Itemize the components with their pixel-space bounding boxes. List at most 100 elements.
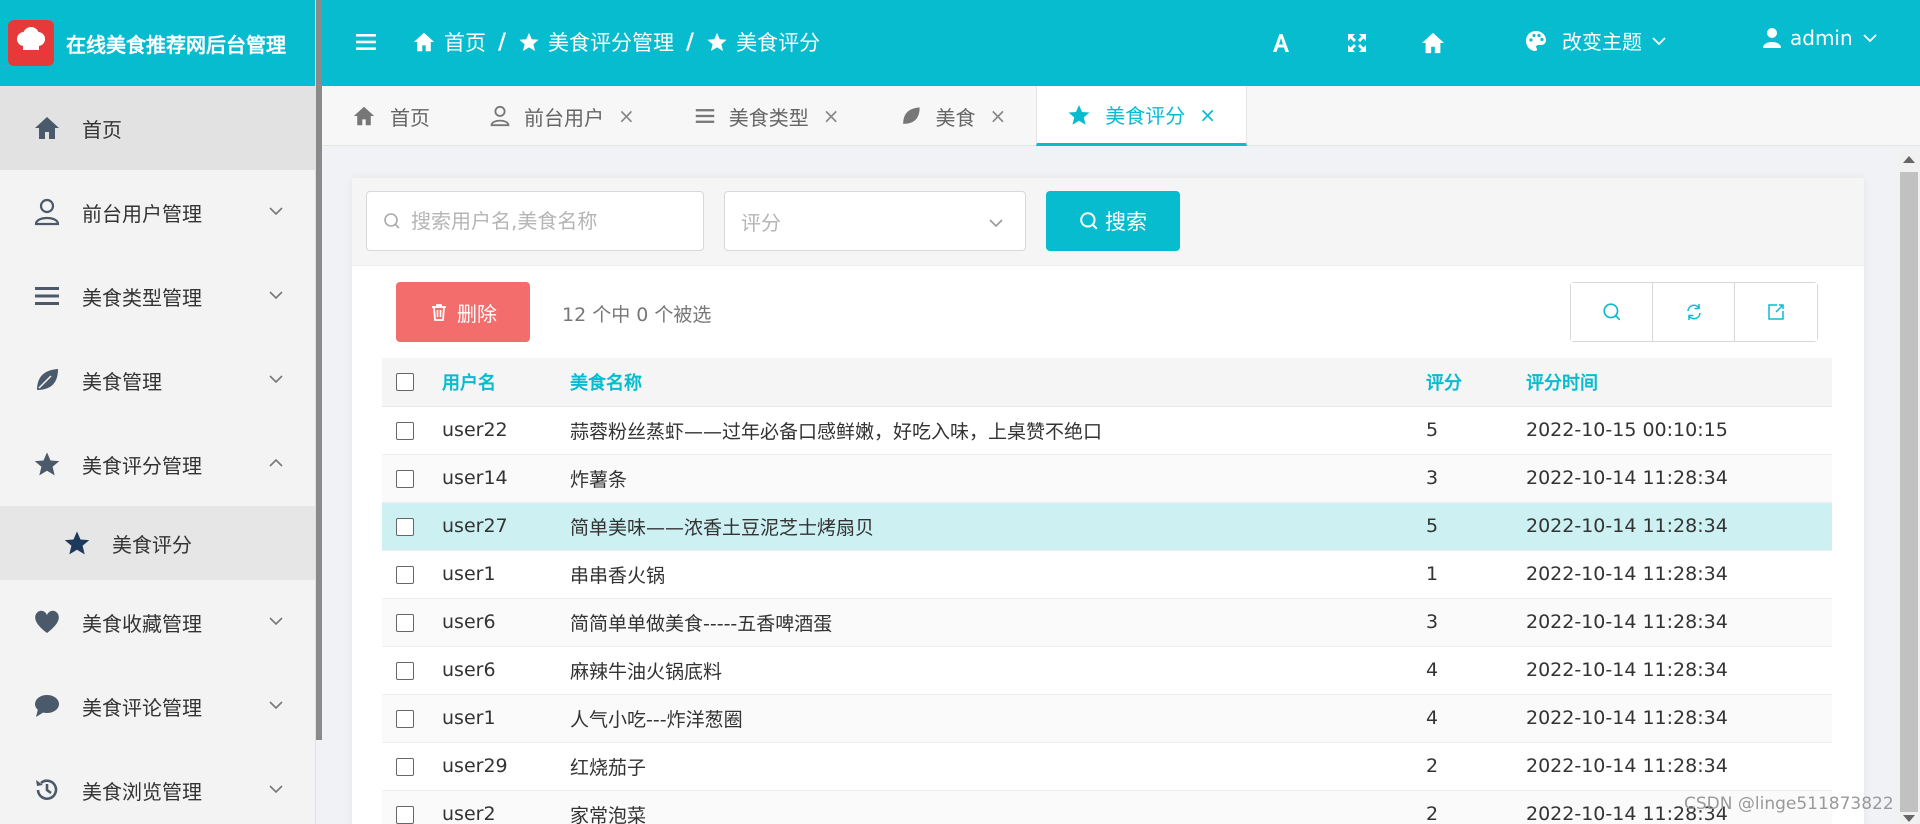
table-row[interactable]: user14 炸薯条 3 2022-10-14 11:28:34 [382, 454, 1832, 503]
table-row[interactable]: user6 简简单单做美食-----五香啤酒蛋 3 2022-10-14 11:… [382, 598, 1832, 647]
chevron-down-icon [269, 207, 283, 216]
sidebar-item-label: 美食类型管理 [82, 285, 202, 310]
star-icon [519, 32, 539, 51]
delete-button[interactable]: 删除 [396, 282, 530, 342]
cell-food-name: 家常泡菜 [570, 790, 1426, 824]
theme-switcher[interactable]: 改变主题 [1524, 26, 1682, 55]
scrollbar-thumb[interactable] [1900, 172, 1918, 812]
sidebar-item-history[interactable]: 美食浏览管理 [0, 748, 315, 824]
cell-score: 1 [1426, 550, 1526, 599]
row-checkbox[interactable] [396, 757, 414, 776]
sidebar-item-comments[interactable]: 美食评论管理 [0, 664, 315, 748]
star-icon [32, 449, 62, 479]
home-icon [413, 32, 435, 52]
cell-username: user1 [442, 550, 570, 599]
select-all-checkbox[interactable] [396, 373, 414, 392]
breadcrumb-rating-mgmt[interactable]: 美食评分管理 [518, 27, 674, 57]
refresh-button[interactable] [1653, 283, 1735, 341]
sidebar-item-ratings[interactable]: 美食评分管理 [0, 422, 315, 506]
cell-food-name: 人气小吃---炸洋葱圈 [570, 694, 1426, 743]
tab-food-types[interactable]: 美食类型 × [665, 86, 870, 146]
list-icon [695, 107, 715, 125]
cell-username: user6 [442, 646, 570, 695]
history-icon [32, 775, 62, 805]
row-checkbox[interactable] [396, 709, 414, 728]
row-checkbox[interactable] [396, 421, 414, 440]
table-toolbar: 删除 12 个中 0 个被选 [352, 266, 1864, 358]
sidebar-item-label: 美食收藏管理 [82, 611, 202, 636]
sidebar-item-label: 美食评分管理 [82, 453, 202, 478]
search-button[interactable]: 搜索 [1046, 191, 1180, 251]
rating-select[interactable]: 评分 [724, 191, 1026, 251]
tab-users[interactable]: 前台用户 × [460, 86, 665, 146]
row-checkbox[interactable] [396, 517, 414, 536]
app-logo-area[interactable]: 在线美食推荐网后台管理 [0, 0, 315, 86]
column-header-username[interactable]: 用户名 [442, 358, 570, 407]
close-icon[interactable]: × [823, 104, 840, 128]
menu-toggle-icon[interactable] [354, 30, 378, 54]
tab-home[interactable]: 首页 [322, 86, 460, 146]
user-icon [32, 197, 62, 227]
cell-time: 2022-10-15 00:10:15 [1526, 406, 1832, 455]
cell-username: user2 [442, 790, 570, 824]
table-row[interactable]: user2 家常泡菜 2 2022-10-14 11:28:34 [382, 790, 1832, 824]
leaf-icon [900, 105, 922, 127]
table-row[interactable]: user27 简单美味——浓香土豆泥芝士烤扇贝 5 2022-10-14 11:… [382, 502, 1832, 551]
row-checkbox[interactable] [396, 661, 414, 680]
refresh-icon [1686, 304, 1701, 320]
column-header-time[interactable]: 评分时间 [1526, 358, 1832, 407]
chevron-down-icon [269, 701, 283, 710]
close-icon[interactable]: × [618, 104, 635, 128]
search-icon [384, 213, 400, 229]
sidebar-subitem-ratings[interactable]: 美食评分 [0, 506, 315, 580]
row-checkbox[interactable] [396, 613, 414, 632]
trash-icon [432, 304, 446, 321]
sidebar-item-users[interactable]: 前台用户管理 [0, 170, 315, 254]
watermark: CSDN @linge511873822 [1684, 794, 1894, 814]
scroll-up-arrow-icon[interactable] [1903, 156, 1915, 163]
row-checkbox[interactable] [396, 469, 414, 488]
row-checkbox[interactable] [396, 565, 414, 584]
sidebar-item-food-types[interactable]: 美食类型管理 [0, 254, 315, 338]
cell-time: 2022-10-14 11:28:34 [1526, 646, 1832, 695]
table-row[interactable]: user6 麻辣牛油火锅底料 4 2022-10-14 11:28:34 [382, 646, 1832, 695]
sidebar-item-home[interactable]: 首页 [0, 86, 315, 170]
font-size-icon[interactable] [1268, 30, 1294, 56]
table-row[interactable]: user1 串串香火锅 1 2022-10-14 11:28:34 [382, 550, 1832, 599]
cell-username: user22 [442, 406, 570, 455]
column-header-food-name[interactable]: 美食名称 [570, 358, 1426, 407]
star-icon [707, 32, 727, 51]
home-link-icon[interactable] [1420, 30, 1446, 56]
main-scrollbar[interactable] [1898, 150, 1920, 824]
breadcrumb-home[interactable]: 首页 [412, 27, 486, 57]
row-checkbox[interactable] [396, 805, 414, 824]
sidebar-item-label: 前台用户管理 [82, 201, 202, 226]
chevron-down-icon [269, 375, 283, 384]
scroll-down-arrow-icon[interactable] [1903, 815, 1915, 822]
fullscreen-icon[interactable] [1344, 30, 1370, 56]
sidebar-item-favorites[interactable]: 美食收藏管理 [0, 580, 315, 664]
sidebar-item-foods[interactable]: 美食管理 [0, 338, 315, 422]
selection-count: 12 个中 0 个被选 [562, 304, 712, 326]
tab-ratings[interactable]: 美食评分 × [1036, 86, 1248, 146]
chevron-down-icon [1863, 34, 1877, 43]
keyword-search-input[interactable] [411, 209, 681, 233]
cell-score: 2 [1426, 790, 1526, 824]
tab-foods[interactable]: 美食 × [870, 86, 1037, 146]
toggle-search-button[interactable] [1571, 283, 1653, 341]
table-row[interactable]: user1 人气小吃---炸洋葱圈 4 2022-10-14 11:28:34 [382, 694, 1832, 743]
sidebar-item-label: 美食浏览管理 [82, 779, 202, 804]
sidebar-item-label: 美食管理 [82, 369, 162, 394]
user-menu[interactable]: admin [1762, 26, 1887, 50]
sidebar-item-label: 美食评论管理 [82, 695, 202, 720]
heart-icon [32, 607, 62, 637]
export-button[interactable] [1735, 283, 1817, 341]
close-icon[interactable]: × [990, 104, 1007, 128]
keyword-search-box[interactable] [366, 191, 704, 251]
chevron-down-icon [269, 291, 283, 300]
close-icon[interactable]: × [1199, 103, 1216, 127]
column-header-score[interactable]: 评分 [1426, 358, 1526, 407]
cell-username: user27 [442, 502, 570, 551]
table-row[interactable]: user29 红烧茄子 2 2022-10-14 11:28:34 [382, 742, 1832, 791]
table-row[interactable]: user22 蒜蓉粉丝蒸虾——过年必备口感鲜嫩，好吃入味，上桌赞不绝口 5 20… [382, 406, 1832, 455]
